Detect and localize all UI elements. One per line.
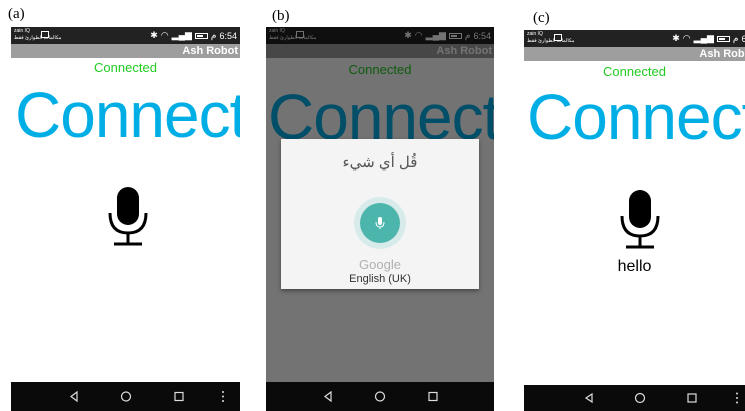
picture-notification-icon [554, 34, 562, 41]
speech-recognition-dialog: قُل أي شيء Google English (UK) [281, 139, 479, 289]
signal-icon: ▂▄▆ [693, 33, 714, 43]
navigation-bar [11, 382, 240, 411]
carrier-emergency: مكالمات الطوارئ فقط [527, 38, 575, 44]
recents-icon[interactable] [174, 391, 184, 402]
speak-prompt: قُل أي شيء [342, 154, 418, 171]
navigation-bar [524, 385, 745, 411]
google-brand: Google [359, 257, 401, 272]
bluetooth-icon: ✱ [672, 33, 680, 43]
connect-button[interactable]: Connect [527, 85, 745, 149]
status-icons: ✱ ◠ ▂▄▆ م 6:54 [672, 33, 745, 44]
language-selector[interactable]: English (UK) [281, 273, 479, 285]
menu-icon[interactable] [222, 391, 224, 402]
recents-icon[interactable] [687, 393, 697, 403]
bluetooth-icon: ✱ [150, 30, 158, 40]
phone-screen-c: zain IQ مكالمات الطوارئ فقط ✱ ◠ ▂▄▆ م 6:… [524, 30, 745, 411]
back-icon[interactable] [70, 390, 78, 403]
connect-button[interactable]: Connect [15, 83, 240, 147]
phone-screen-a: zain IQ مكالمات الطوارئ فقط ✱ ◠ ▂▄▆ م 6:… [11, 27, 240, 411]
microphone-icon[interactable] [618, 190, 662, 250]
mic-button[interactable] [360, 203, 400, 243]
app-titlebar: Ash Robot [11, 44, 240, 58]
battery-icon [716, 35, 730, 42]
battery-icon [194, 32, 208, 39]
app-title: Ash Robot [182, 45, 238, 57]
phone-screen-b: zain IQ مكالمات الطوارئ فقط ✱ ◠ ▂▄▆ م 6:… [266, 27, 494, 411]
home-icon[interactable] [634, 392, 646, 404]
clock: 6:54 [219, 30, 237, 41]
app-title: Ash Robot [699, 48, 745, 60]
connection-status: Connected [603, 64, 666, 79]
clock: 6:54 [741, 33, 745, 44]
carrier-name: zain IQ [14, 28, 30, 34]
menu-icon[interactable] [736, 392, 738, 404]
recents-icon[interactable] [428, 391, 438, 402]
signal-icon: ▂▄▆ [171, 30, 192, 40]
back-icon[interactable] [584, 392, 593, 404]
panel-label-c: (c) [533, 10, 550, 26]
navigation-bar [266, 382, 494, 411]
home-icon[interactable] [374, 391, 386, 402]
connection-status: Connected [94, 60, 157, 75]
app-titlebar: Ash Robot [524, 47, 745, 61]
microphone-icon [375, 217, 385, 229]
panel-label-b: (b) [272, 8, 290, 24]
time-suffix: م [732, 33, 739, 43]
picture-notification-icon [41, 31, 49, 38]
status-bar: zain IQ مكالمات الطوارئ فقط ✱ ◠ ▂▄▆ م 6:… [11, 27, 240, 44]
back-icon[interactable] [324, 390, 332, 403]
time-suffix: م [210, 30, 217, 40]
recognized-speech-text: hello [617, 258, 652, 275]
panel-label-a: (a) [8, 6, 25, 22]
wifi-icon: ◠ [160, 30, 169, 40]
carrier-emergency: مكالمات الطوارئ فقط [14, 35, 62, 41]
status-bar: zain IQ مكالمات الطوارئ فقط ✱ ◠ ▂▄▆ م 6:… [524, 30, 745, 47]
status-icons: ✱ ◠ ▂▄▆ م 6:54 [150, 30, 237, 41]
carrier-name: zain IQ [527, 31, 543, 37]
microphone-icon[interactable] [106, 187, 150, 247]
home-icon[interactable] [120, 391, 132, 402]
wifi-icon: ◠ [682, 33, 691, 43]
